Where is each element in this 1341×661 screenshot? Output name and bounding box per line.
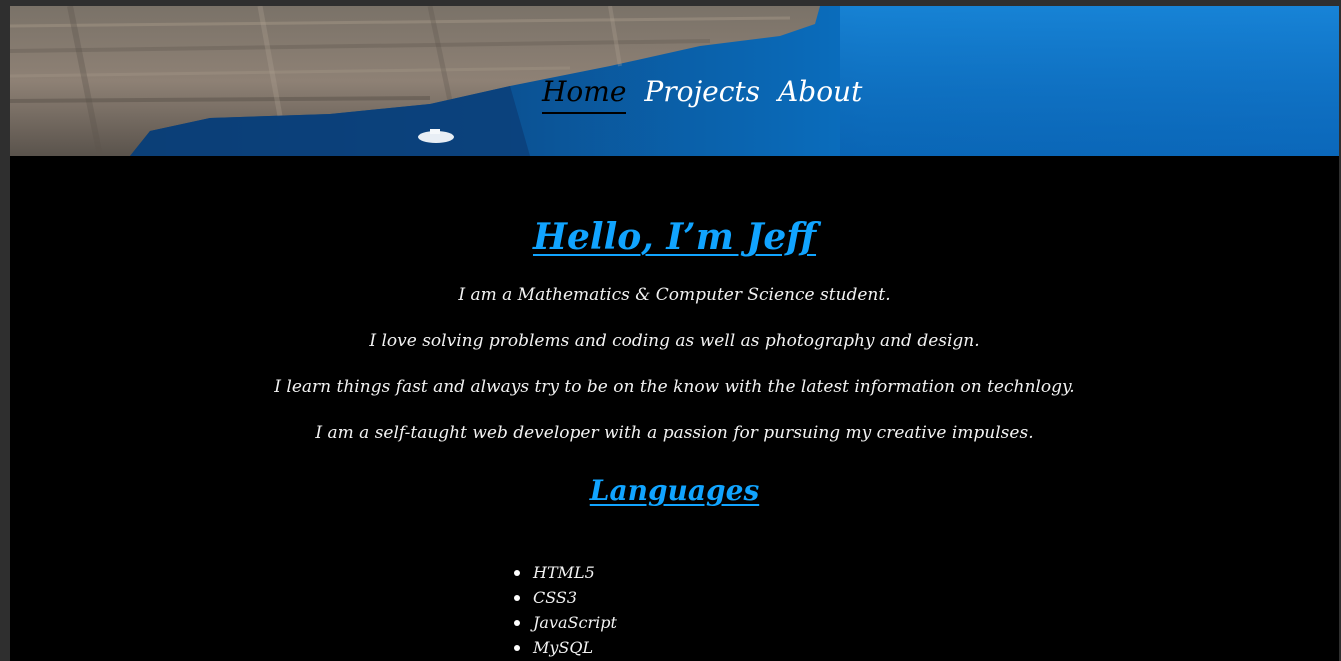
greeting-heading: Hello, I’m Jeff: [532, 216, 817, 258]
languages-list: HTML5 CSS3 JavaScript MySQL: [514, 560, 617, 660]
language-item: CSS3: [514, 585, 617, 610]
main-nav: Home Projects About: [542, 78, 862, 114]
intro-section: I am a Mathematics & Computer Science st…: [10, 272, 1339, 456]
nav-projects-link[interactable]: Projects: [644, 78, 760, 114]
language-item: MySQL: [514, 635, 617, 660]
languages-heading: Languages: [589, 473, 760, 507]
header-banner: Home Projects About: [10, 6, 1339, 156]
nav-home-link[interactable]: Home: [542, 78, 627, 114]
intro-paragraph: I am a self-taught web developer with a …: [315, 422, 1034, 443]
intro-paragraph: I learn things fast and always try to be…: [274, 376, 1075, 397]
language-item: HTML5: [514, 560, 617, 585]
nav-about-link[interactable]: About: [778, 78, 862, 114]
language-item: JavaScript: [514, 610, 617, 635]
intro-paragraph: I am a Mathematics & Computer Science st…: [458, 284, 891, 305]
main-content: Hello, I’m Jeff I am a Mathematics & Com…: [10, 156, 1339, 507]
intro-paragraph: I love solving problems and coding as we…: [369, 330, 980, 351]
